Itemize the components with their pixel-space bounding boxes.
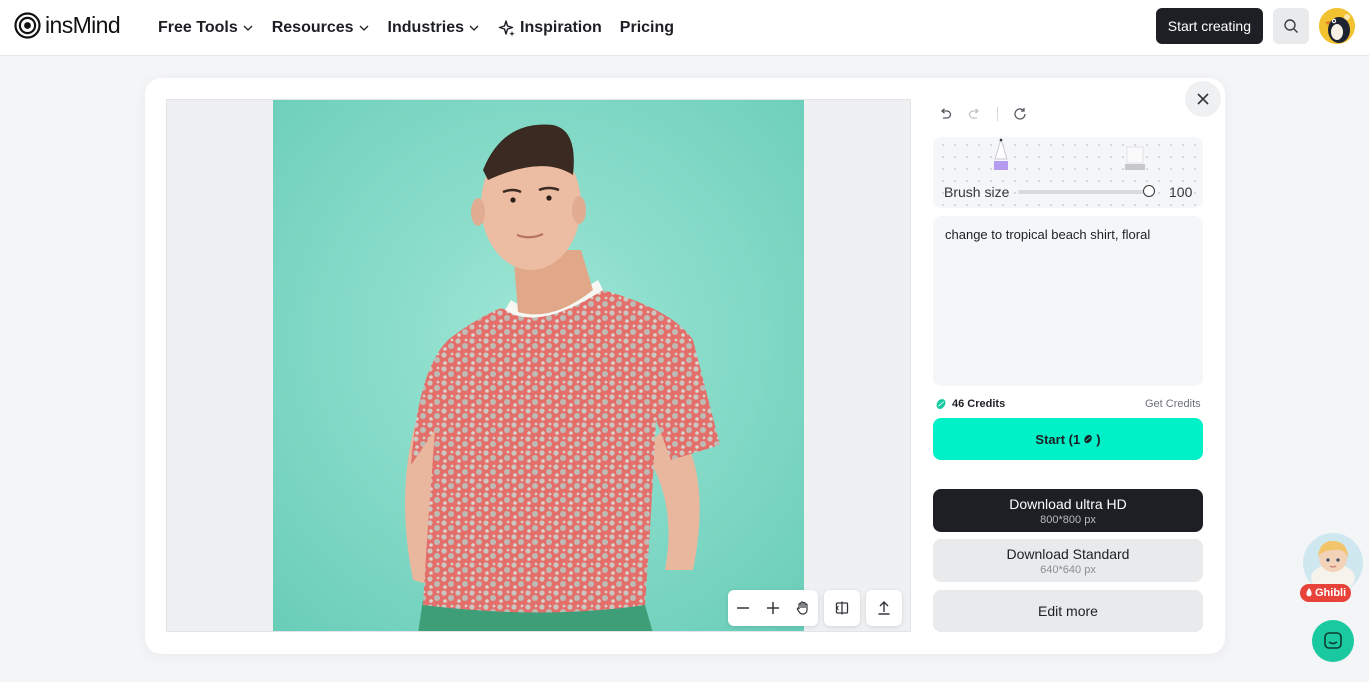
chevron-down-icon: [469, 25, 479, 31]
top-header: insMind Free Tools Resources Industries …: [0, 0, 1369, 56]
header-actions: Start creating: [1155, 8, 1355, 44]
start-button[interactable]: Start (1 ): [933, 418, 1203, 460]
canvas-area[interactable]: [166, 99, 911, 632]
search-icon: [1284, 19, 1298, 33]
get-credits-link[interactable]: Get Credits: [1145, 398, 1201, 410]
fire-icon: [1306, 588, 1312, 597]
ghibli-promo[interactable]: Ghibli: [1300, 530, 1366, 602]
brush-size-slider[interactable]: [1018, 190, 1148, 194]
divider: [997, 107, 998, 121]
nav-inspiration[interactable]: Inspiration: [498, 19, 602, 37]
nav-free-tools[interactable]: Free Tools: [158, 19, 254, 37]
canvas-toolbar: [728, 590, 902, 626]
credits-label: 46 Credits: [952, 398, 1006, 410]
zoom-out-button[interactable]: [728, 590, 758, 626]
credit-icon: [1084, 434, 1092, 444]
start-suffix: ): [1096, 431, 1101, 447]
nav-label: Inspiration: [520, 19, 602, 36]
close-icon: [1197, 93, 1209, 105]
logo[interactable]: insMind: [14, 12, 121, 39]
avatar[interactable]: [1319, 8, 1355, 44]
brush-tool-icon[interactable]: [991, 137, 1011, 171]
reset-button[interactable]: [1012, 106, 1028, 122]
download-std-label: Download Standard: [1006, 545, 1130, 562]
main-nav: Free Tools Resources Industries Inspirat…: [158, 0, 674, 56]
editor-modal: Brush size 100 change to tropical beach …: [145, 78, 1225, 654]
model-photo-icon: [273, 100, 804, 631]
brush-size-thumb[interactable]: [1143, 185, 1155, 197]
redo-button[interactable]: [967, 106, 983, 122]
chevron-down-icon: [359, 25, 369, 31]
brush-size-label: Brush size: [944, 184, 1010, 200]
avatar-image-icon: [1319, 8, 1355, 44]
nav-resources[interactable]: Resources: [272, 19, 370, 37]
brush-panel: Brush size 100: [933, 137, 1203, 208]
compare-icon: [835, 601, 849, 615]
zoom-controls: [728, 590, 818, 626]
prompt-input[interactable]: change to tropical beach shirt, floral: [933, 216, 1203, 386]
nav-label: Pricing: [619, 19, 675, 36]
start-label: Start (1: [1035, 431, 1081, 447]
hand-tool-button[interactable]: [788, 590, 818, 626]
ghibli-label: Ghibli: [1315, 587, 1347, 599]
zoom-in-button[interactable]: [758, 590, 788, 626]
nav-industries[interactable]: Industries: [388, 19, 480, 37]
undo-button[interactable]: [937, 106, 953, 122]
credits-display: 46 Credits: [935, 398, 1005, 410]
zoom-in-icon: [767, 602, 779, 614]
brush-size-value: 100: [1169, 184, 1193, 200]
result-image: [273, 100, 804, 631]
history-controls: [937, 106, 1028, 122]
redo-icon: [968, 108, 979, 119]
logo-icon: [14, 12, 41, 39]
chat-support-button[interactable]: [1312, 620, 1354, 662]
download-hd-label: Download ultra HD: [1009, 495, 1127, 512]
edit-more-button[interactable]: Edit more: [933, 590, 1203, 632]
download-std-size: 640*640 px: [1040, 563, 1096, 576]
search-button[interactable]: [1273, 8, 1309, 44]
nav-label: Resources: [271, 19, 354, 36]
compare-button[interactable]: [824, 590, 860, 626]
nav-label: Industries: [387, 19, 465, 36]
chat-icon: [1324, 632, 1342, 649]
download-standard-button[interactable]: Download Standard 640*640 px: [933, 539, 1203, 582]
chevron-down-icon: [243, 25, 253, 31]
start-creating-button[interactable]: Start creating: [1155, 8, 1263, 44]
nav-label: Free Tools: [158, 19, 238, 36]
reset-icon: [1014, 108, 1026, 120]
ghibli-badge: Ghibli: [1300, 584, 1352, 602]
undo-icon: [941, 108, 952, 119]
close-button[interactable]: [1185, 81, 1221, 117]
upload-icon: [878, 601, 890, 615]
upload-button[interactable]: [866, 590, 902, 626]
nav-pricing[interactable]: Pricing: [620, 19, 674, 37]
zoom-out-icon: [737, 607, 749, 609]
eraser-tool-icon[interactable]: [1124, 143, 1146, 171]
credit-icon: [936, 399, 946, 409]
download-ultra-hd-button[interactable]: Download ultra HD 800*800 px: [933, 489, 1203, 532]
download-hd-size: 800*800 px: [1040, 513, 1096, 526]
logo-text: insMind: [45, 12, 121, 38]
sparkle-icon: [498, 20, 515, 37]
hand-icon: [796, 601, 808, 615]
